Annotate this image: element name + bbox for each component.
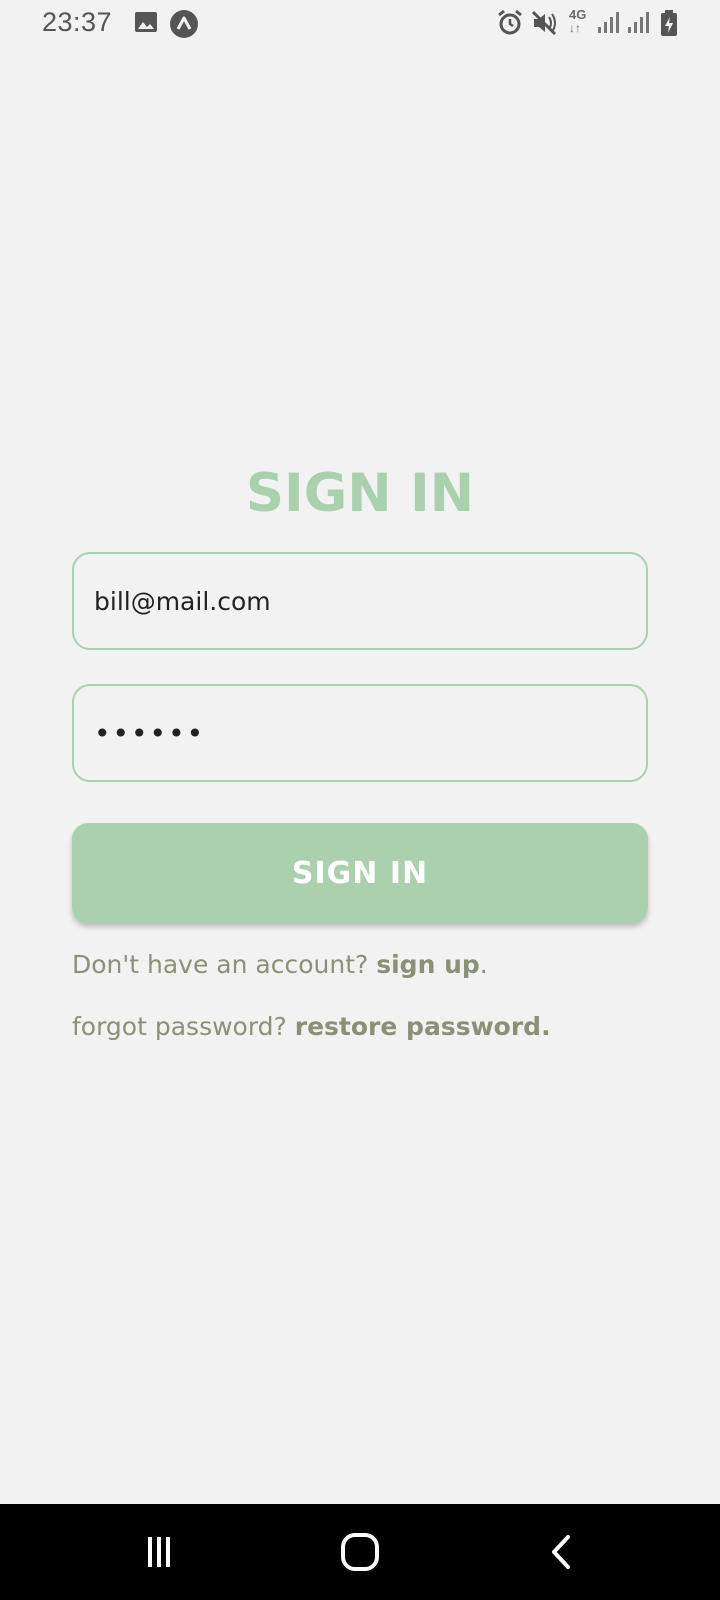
- forgot-password-line: forgot password? restore password.: [72, 1012, 551, 1041]
- forgot-prompt-text: forgot password?: [72, 1012, 295, 1041]
- network-4g-icon: 4G ↓↑: [569, 7, 587, 35]
- mute-icon: [531, 9, 559, 41]
- signup-prompt-line: Don't have an account? sign up.: [72, 950, 488, 979]
- email-field[interactable]: [72, 552, 648, 650]
- back-icon: [552, 1535, 570, 1569]
- recent-apps-icon: [148, 1537, 170, 1567]
- signup-suffix-text: .: [479, 950, 488, 979]
- navigation-bar: [0, 1504, 720, 1600]
- home-icon: [341, 1533, 379, 1571]
- gallery-icon: [134, 9, 158, 39]
- signup-prompt-text: Don't have an account?: [72, 950, 377, 979]
- status-time: 23:37: [42, 7, 113, 37]
- signal-icon: [596, 9, 620, 39]
- sign-up-link[interactable]: sign up: [376, 950, 480, 979]
- restore-password-link[interactable]: restore password.: [295, 1012, 551, 1041]
- back-button[interactable]: [532, 1524, 592, 1580]
- signal-icon-2: [626, 9, 650, 39]
- app-notification-icon: [169, 9, 199, 43]
- password-field[interactable]: [72, 684, 648, 782]
- status-bar: 23:37 4G ↓↑: [0, 0, 720, 48]
- home-button[interactable]: [330, 1524, 390, 1580]
- alarm-icon: [496, 9, 524, 41]
- page-title: SIGN IN: [245, 463, 475, 524]
- sign-in-button[interactable]: SIGN IN: [72, 823, 648, 923]
- recent-apps-button[interactable]: [129, 1524, 189, 1580]
- battery-charging-icon: [660, 9, 678, 41]
